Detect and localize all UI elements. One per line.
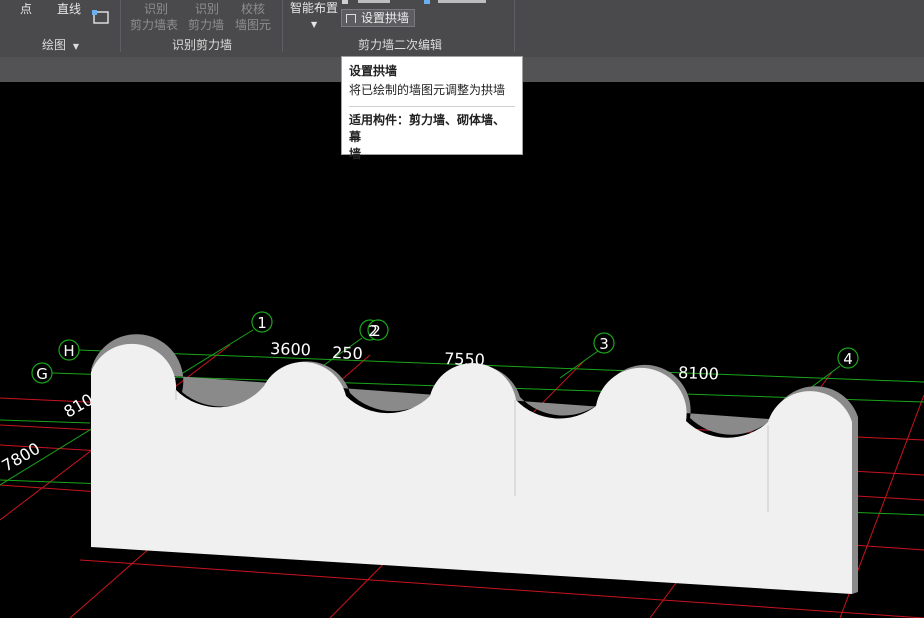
smart-layout-button[interactable]: 智能布置 — [290, 1, 338, 15]
rect-draw-icon[interactable] — [92, 8, 112, 26]
set-arch-wall-button[interactable]: 设置拱墙 — [341, 9, 415, 27]
identify-table-line1[interactable]: 识别 — [144, 2, 168, 16]
axis-label-h: H — [63, 342, 74, 360]
ribbon-toolbar: 点 直线 绘图 ▼ 识别 剪力墙表 识别 剪力墙 校核 墙图元 识别剪力墙 智能… — [0, 0, 924, 58]
draw-point-button[interactable]: 点 — [20, 2, 32, 16]
dimension-8100: 8100 — [678, 363, 719, 383]
tooltip-applicable-line2: 墙 — [349, 147, 362, 161]
toolbar-icons-strip — [342, 0, 486, 4]
axis-label-g: G — [36, 365, 48, 383]
chevron-down-icon: ▼ — [72, 42, 79, 51]
tooltip-divider — [349, 106, 515, 107]
set-arch-wall-label: 设置拱墙 — [361, 11, 410, 25]
draw-group-text: 绘图 — [42, 38, 67, 52]
chevron-down-icon[interactable]: ▼ — [311, 18, 317, 32]
identify-wall-line2[interactable]: 剪力墙 — [188, 18, 224, 32]
draw-group-label[interactable]: 绘图 ▼ — [42, 36, 79, 53]
arch-wall-icon — [346, 14, 356, 23]
axis-label-2-dup: 2 — [371, 322, 381, 340]
ribbon-divider — [282, 0, 283, 52]
ribbon-divider — [120, 0, 121, 52]
identify-table-line2[interactable]: 剪力墙表 — [130, 18, 178, 32]
ribbon-divider — [514, 0, 515, 52]
tooltip-applicable-line1: 适用构件：剪力墙、砌体墙、幕 — [349, 113, 506, 144]
check-wall-line1[interactable]: 校核 — [241, 2, 265, 16]
identify-group-label: 识别剪力墙 — [172, 38, 233, 52]
dimension-250: 250 — [332, 343, 363, 363]
edit-group-label: 剪力墙二次编辑 — [358, 38, 443, 52]
dimension-3600: 3600 — [270, 339, 311, 359]
identify-wall-line1[interactable]: 识别 — [195, 2, 219, 16]
check-wall-line2[interactable]: 墙图元 — [235, 18, 271, 32]
draw-line-button[interactable]: 直线 — [57, 2, 81, 16]
axis-label-4: 4 — [843, 350, 853, 368]
axis-label-3: 3 — [599, 335, 609, 353]
tooltip-description: 将已绘制的墙图元调整为拱墙 — [349, 83, 506, 97]
set-arch-wall-tooltip: 设置拱墙 将已绘制的墙图元调整为拱墙 适用构件：剪力墙、砌体墙、幕 墙 — [341, 56, 523, 161]
tooltip-title: 设置拱墙 — [349, 64, 398, 78]
axis-label-1: 1 — [257, 314, 267, 332]
